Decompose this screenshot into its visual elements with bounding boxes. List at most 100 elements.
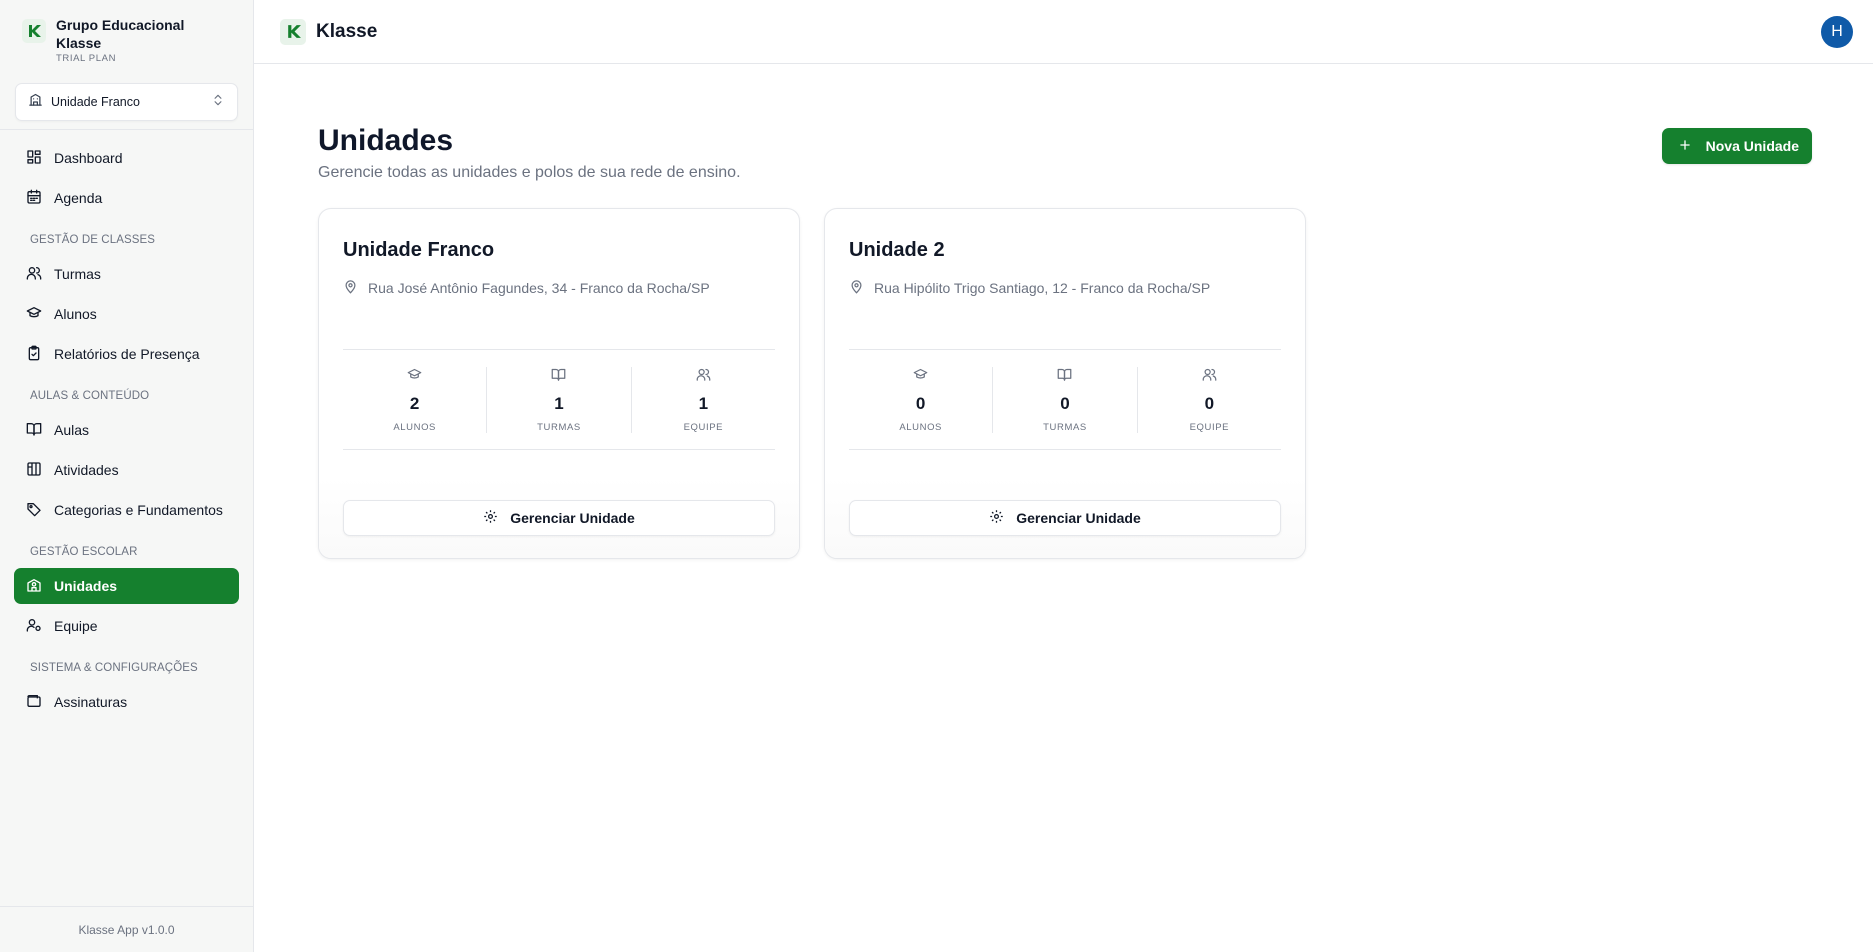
chevrons-up-down-icon: [211, 93, 225, 112]
sidebar-item-label: Equipe: [54, 618, 98, 634]
stat-value: 0: [1060, 394, 1070, 413]
unit-card-footer: Gerenciar Unidade: [825, 477, 1305, 558]
sidebar-item-label: Atividades: [54, 462, 119, 478]
sidebar: Grupo Educacional Klasse TRIAL PLAN Unid…: [0, 0, 254, 952]
stat-value: 1: [698, 394, 709, 413]
page-content: Unidades Gerencie todas as unidades e po…: [254, 64, 1873, 559]
topbar: Klasse H: [254, 0, 1873, 64]
sidebar-item-categorias[interactable]: Categorias e Fundamentos: [14, 492, 239, 528]
sidebar-item-label: Categorias e Fundamentos: [54, 502, 223, 518]
stat-value: 1: [554, 394, 564, 413]
avatar[interactable]: H: [1821, 15, 1853, 48]
unit-address: Rua José Antônio Fagundes, 34 - Franco d…: [343, 279, 775, 297]
sidebar-item-label: Relatórios de Presença: [54, 346, 200, 362]
unit-card-footer: Gerenciar Unidade: [319, 477, 799, 558]
units-grid: Unidade Franco Rua José Antônio Fagundes…: [318, 208, 1812, 559]
gear-icon: [483, 509, 498, 527]
school-icon: [26, 577, 42, 596]
stat-equipe: 1 EQUIPE: [630, 366, 775, 433]
unit-address: Rua Hipólito Trigo Santiago, 12 - Franco…: [849, 279, 1281, 297]
unit-stats: 2 ALUNOS 1 TURMAS 1 EQUIPE: [343, 349, 775, 450]
nav-section-aulas: AULAS & CONTEÚDO: [30, 390, 150, 402]
page-title: Unidades: [318, 124, 454, 157]
nav-section-escolar: GESTÃO ESCOLAR: [30, 546, 138, 558]
sidebar-item-atividades[interactable]: Atividades: [14, 452, 239, 488]
wallet-icon: [26, 693, 42, 712]
unit-name: Unidade 2: [849, 239, 945, 261]
page-subtitle: Gerencie todas as unidades e polos de su…: [318, 164, 741, 181]
stat-label: ALUNOS: [393, 421, 436, 433]
unit-address-text: Rua Hipólito Trigo Santiago, 12 - Franco…: [874, 280, 1211, 296]
gear-icon: [989, 509, 1004, 527]
stat-label: TURMAS: [537, 421, 581, 433]
users-icon: [696, 367, 711, 387]
unit-selector[interactable]: Unidade Franco: [15, 83, 238, 121]
columns-icon: [26, 461, 42, 480]
sidebar-item-label: Unidades: [54, 578, 118, 594]
app-version: Klasse App v1.0.0: [0, 906, 253, 952]
sidebar-item-alunos[interactable]: Alunos: [14, 296, 239, 332]
stat-alunos: 0 ALUNOS: [849, 367, 992, 433]
stat-turmas: 0 TURMAS: [992, 366, 1136, 433]
org-name: Grupo Educacional Klasse: [56, 17, 185, 51]
sidebar-item-equipe[interactable]: Equipe: [14, 608, 239, 644]
unit-card: Unidade 2 Rua Hipólito Trigo Santiago, 1…: [824, 208, 1306, 559]
book-open-icon: [551, 367, 566, 387]
page-header: Unidades Gerencie todas as unidades e po…: [318, 122, 1812, 182]
manage-unit-label: Gerenciar Unidade: [510, 509, 635, 526]
stat-value: 0: [1204, 394, 1215, 413]
nav-section-sistema: SISTEMA & CONFIGURAÇÕES: [30, 662, 198, 674]
users-icon: [1202, 367, 1217, 387]
unit-selector-value: Unidade Franco: [51, 95, 140, 109]
sidebar-item-assinaturas[interactable]: Assinaturas: [14, 684, 239, 720]
stat-equipe: 0 EQUIPE: [1136, 366, 1281, 433]
stat-value: 0: [915, 394, 926, 413]
unit-stats: 0 ALUNOS 0 TURMAS 0 EQUIPE: [849, 349, 1281, 450]
users-icon: [26, 265, 42, 284]
unit-address-text: Rua José Antônio Fagundes, 34 - Franco d…: [368, 280, 710, 296]
manage-unit-button[interactable]: Gerenciar Unidade: [849, 499, 1281, 536]
sidebar-item-label: Alunos: [54, 306, 97, 322]
sidebar-item-relatorios[interactable]: Relatórios de Presença: [14, 336, 239, 372]
map-pin-icon: [343, 279, 358, 297]
stat-label: EQUIPE: [683, 421, 724, 433]
unit-name: Unidade Franco: [343, 239, 495, 261]
sidebar-item-label: Assinaturas: [54, 694, 128, 710]
book-open-icon: [26, 421, 42, 440]
sidebar-item-unidades[interactable]: Unidades: [14, 568, 239, 604]
brand-name: Klasse: [316, 20, 378, 42]
klasse-logo-icon: [280, 18, 306, 45]
sidebar-item-agenda[interactable]: Agenda: [14, 180, 239, 216]
stat-label: ALUNOS: [899, 421, 942, 433]
clipboard-check-icon: [26, 345, 42, 364]
graduation-cap-icon: [407, 367, 422, 387]
sidebar-nav: Dashboard Agenda GESTÃO DE CLASSES Turma…: [0, 130, 253, 906]
sidebar-item-label: Turmas: [54, 266, 101, 282]
sidebar-item-label: Aulas: [54, 422, 90, 438]
manage-unit-button[interactable]: Gerenciar Unidade: [343, 499, 775, 536]
user-cog-icon: [26, 617, 42, 636]
new-unit-button[interactable]: Nova Unidade: [1661, 128, 1812, 164]
stat-turmas: 1 TURMAS: [486, 366, 630, 433]
sidebar-item-turmas[interactable]: Turmas: [14, 256, 239, 292]
book-open-icon: [1057, 367, 1072, 387]
klasse-logo-icon: [22, 19, 46, 43]
main-area: Klasse H Unidades Gerencie todas as unid…: [254, 0, 1873, 952]
stat-alunos: 2 ALUNOS: [343, 367, 486, 433]
unit-card: Unidade Franco Rua José Antônio Fagundes…: [318, 208, 800, 559]
map-pin-icon: [849, 279, 864, 297]
tag-icon: [26, 501, 42, 520]
grid-icon: [26, 149, 42, 168]
brand[interactable]: Klasse: [280, 18, 1821, 45]
graduation-cap-icon: [913, 367, 928, 387]
plus-icon: [1678, 138, 1692, 155]
building-icon: [28, 92, 43, 112]
sidebar-item-label: Dashboard: [54, 150, 123, 166]
sidebar-item-label: Agenda: [54, 190, 103, 206]
sidebar-item-dashboard[interactable]: Dashboard: [14, 140, 239, 176]
org-header[interactable]: Grupo Educacional Klasse TRIAL PLAN: [0, 0, 253, 73]
sidebar-item-aulas[interactable]: Aulas: [14, 412, 239, 448]
stat-label: TURMAS: [1043, 421, 1087, 433]
nav-section-classes: GESTÃO DE CLASSES: [30, 234, 156, 246]
calendar-icon: [26, 189, 42, 208]
